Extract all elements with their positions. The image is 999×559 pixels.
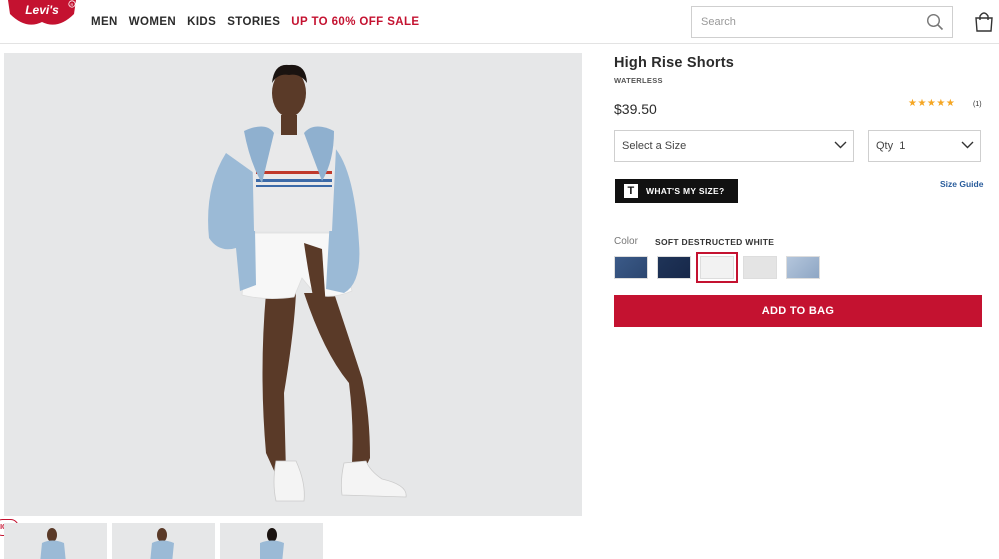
- thumbnail-back[interactable]: [220, 523, 323, 559]
- nav-sale[interactable]: UP TO 60% OFF SALE: [291, 16, 419, 28]
- nav-stories[interactable]: STORIES: [227, 16, 280, 28]
- swatch-light-grey[interactable]: [743, 256, 777, 279]
- whats-my-size-button[interactable]: T WHAT'S MY SIZE?: [615, 179, 738, 203]
- model-figure: [208, 64, 407, 502]
- main-nav: MEN WOMEN KIDS STORIES UP TO 60% OFF SAL…: [91, 16, 430, 28]
- swatch-light-blue-floral[interactable]: [786, 256, 820, 279]
- svg-text:R: R: [71, 2, 74, 7]
- color-label: Color: [614, 236, 638, 247]
- search-input[interactable]: [692, 7, 912, 37]
- add-to-bag-button[interactable]: ADD TO BAG: [614, 295, 982, 327]
- chevron-down-icon: [961, 141, 974, 149]
- search-box: [691, 6, 953, 38]
- chevron-down-icon: [834, 141, 847, 149]
- color-swatches: [614, 252, 820, 283]
- shopping-bag-icon[interactable]: [974, 11, 994, 32]
- product-subtitle: WATERLESS: [614, 76, 663, 85]
- nav-women[interactable]: WOMEN: [129, 16, 176, 28]
- thumbnail-side[interactable]: [112, 523, 215, 559]
- product-main-image[interactable]: [4, 53, 582, 516]
- swatch-medium-wash[interactable]: [614, 256, 648, 279]
- size-select-value: Select a Size: [622, 140, 687, 152]
- size-guide-link[interactable]: Size Guide: [940, 179, 983, 189]
- rating-count[interactable]: (1): [973, 101, 982, 108]
- whats-my-size-label: WHAT'S MY SIZE?: [646, 186, 725, 196]
- levis-logo[interactable]: Levi's R: [6, 0, 78, 32]
- qty-value: 1: [899, 140, 906, 152]
- quantity-select[interactable]: Qty 1: [868, 130, 981, 162]
- thumbnail-front[interactable]: [4, 523, 107, 559]
- svg-text:Levi's: Levi's: [25, 3, 59, 17]
- thumbnail-strip: [4, 523, 323, 559]
- qty-label: Qty: [876, 140, 894, 152]
- nav-men[interactable]: MEN: [91, 16, 118, 28]
- nav-kids[interactable]: KIDS: [187, 16, 216, 28]
- rating-stars-icon[interactable]: ★★★★★: [908, 98, 955, 109]
- search-icon[interactable]: [926, 13, 944, 31]
- swatch-dark-wash[interactable]: [657, 256, 691, 279]
- site-header: Levi's R MEN WOMEN KIDS STORIES UP TO 60…: [0, 0, 999, 44]
- swatch-soft-destructed-white[interactable]: [696, 252, 738, 283]
- truefit-logo-icon: T: [624, 184, 638, 198]
- size-select[interactable]: Select a Size: [614, 130, 854, 162]
- product-price: $39.50: [614, 101, 657, 117]
- product-title: High Rise Shorts: [614, 55, 735, 71]
- color-value: SOFT DESTRUCTED WHITE: [655, 237, 775, 247]
